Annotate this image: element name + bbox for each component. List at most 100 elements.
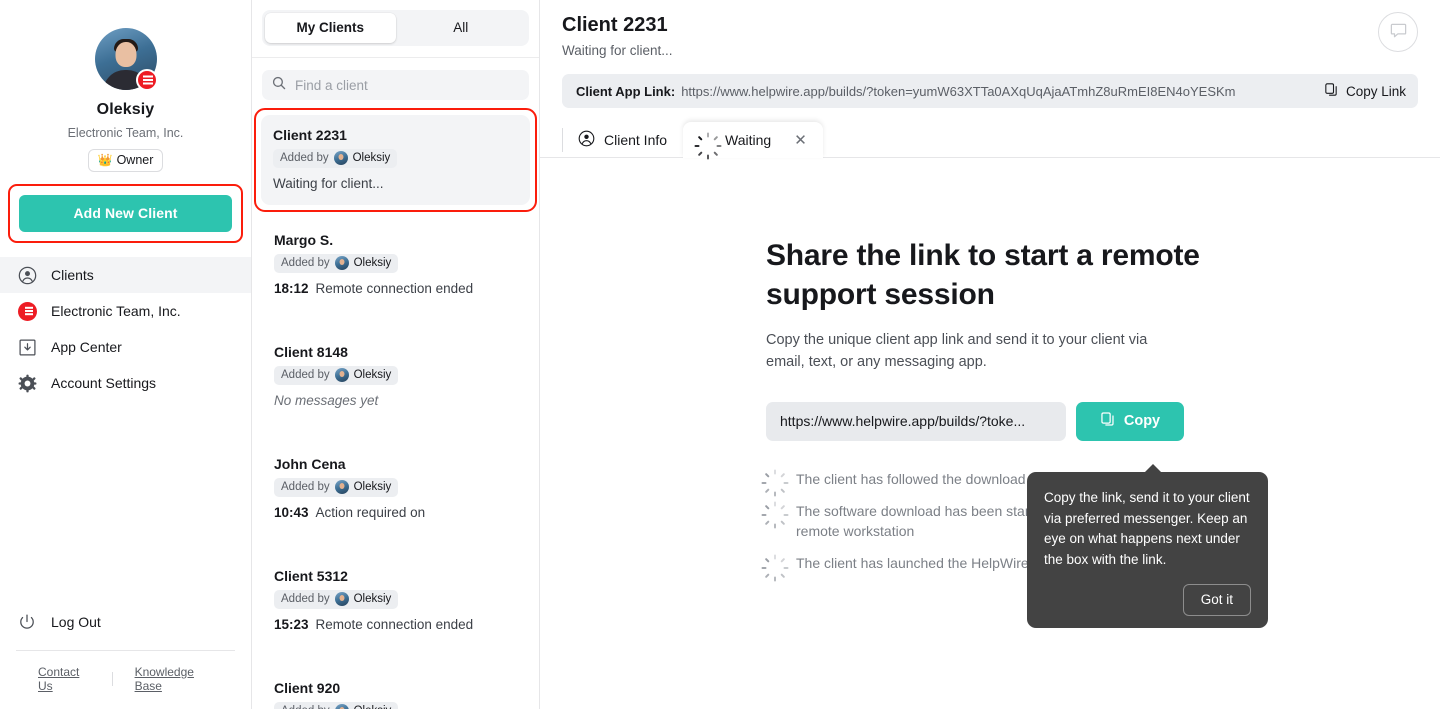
client-status: No messages yet	[274, 393, 517, 408]
avatar	[94, 28, 158, 91]
client-status: 10:43 Action required on	[274, 505, 517, 520]
client-name: Client 920	[274, 680, 341, 696]
contact-us-link[interactable]: Contact Us	[16, 665, 112, 693]
sidebar-item-account-settings[interactable]: Account Settings	[0, 365, 251, 401]
sidebar-item-clients[interactable]: Clients	[0, 257, 251, 293]
electronic-team-logo-icon	[135, 69, 158, 91]
chat-button[interactable]	[1378, 12, 1418, 52]
copy-icon	[1100, 411, 1116, 431]
main-content: Client 2231 Waiting for client... Client…	[540, 0, 1440, 709]
list-item[interactable]: Client 5312 Added by Oleksiy 15:23 Remote…	[262, 556, 529, 646]
sidebar-footer: Contact Us Knowledge Base	[16, 650, 235, 709]
avatar	[334, 256, 349, 270]
list-item[interactable]: Client 920 Added by Oleksiy	[262, 668, 529, 709]
list-item[interactable]: John Cena Added by Oleksiy 10:43 Action r…	[262, 444, 529, 534]
sidebar-nav: Clients Electronic Team, Inc. App Center	[0, 257, 251, 401]
added-by-label: Added by	[280, 152, 329, 164]
added-by-label: Added by	[281, 593, 330, 605]
got-it-button[interactable]: Got it	[1182, 584, 1251, 617]
main-header: Client 2231 Waiting for client...	[540, 0, 1440, 58]
list-item[interactable]: Client 2231 Added by Oleksiy Waiting for…	[261, 115, 530, 205]
avatar	[334, 368, 349, 382]
client-status-text: Waiting for client...	[273, 176, 384, 191]
client-list[interactable]: Client 2231 Added by Oleksiy Waiting for…	[252, 108, 539, 709]
progress-step-text: The client has followed the download lin…	[796, 470, 1051, 487]
client-status: Waiting for client...	[273, 176, 518, 191]
added-by-user: Oleksiy	[353, 593, 392, 605]
avatar	[333, 151, 348, 165]
copy-link-button[interactable]: Copy Link	[1310, 82, 1406, 100]
power-icon	[16, 611, 38, 633]
tab-label: Client Info	[604, 132, 668, 148]
client-app-link-bar: Client App Link: https://www.helpwire.ap…	[562, 74, 1418, 108]
tab-label: Waiting	[725, 132, 772, 148]
avatar	[334, 592, 349, 606]
electronic-team-logo-icon	[16, 300, 38, 322]
tab-client-info[interactable]: Client Info	[562, 122, 683, 158]
owner-badge: 👑 Owner	[87, 149, 164, 172]
added-by-label: Added by	[281, 257, 330, 269]
sidebar-item-label: Electronic Team, Inc.	[51, 303, 181, 319]
added-by-badge: Added by Oleksiy	[274, 366, 399, 385]
client-status: 15:23 Remote connection ended	[274, 617, 517, 632]
client-status-time: 15:23	[274, 617, 309, 632]
copy-icon	[1324, 82, 1339, 100]
client-status-time: 10:43	[274, 505, 309, 520]
selected-client-highlight: Client 2231 Added by Oleksiy Waiting for…	[254, 108, 537, 212]
onboarding-tooltip: Copy the link, send it to your client vi…	[1027, 463, 1268, 629]
tooltip-text: Copy the link, send it to your client vi…	[1044, 490, 1250, 567]
added-by-badge: Added by Oleksiy	[274, 478, 399, 497]
avatar	[334, 704, 349, 709]
main-tabs: Client Info Waiting ✕	[562, 122, 1440, 160]
sidebar-item-label: App Center	[51, 339, 122, 355]
sidebar: Oleksiy Electronic Team, Inc. 👑 Owner Ad…	[0, 0, 252, 709]
search-section	[252, 58, 539, 108]
link-field[interactable]: https://www.helpwire.app/builds/?toke...	[766, 401, 1066, 441]
client-app-link-url: https://www.helpwire.app/builds/?token=y…	[681, 83, 1236, 99]
owner-badge-label: Owner	[116, 153, 154, 167]
client-list-panel: My Clients All Client 2231	[252, 0, 540, 709]
client-status-time: 18:12	[274, 281, 309, 296]
logout-section: Log Out	[0, 604, 251, 640]
client-status-text: No messages yet	[274, 393, 379, 408]
close-icon[interactable]: ✕	[794, 133, 807, 148]
client-name: John Cena	[274, 456, 346, 472]
added-by-label: Added by	[281, 481, 330, 493]
spinner-icon	[761, 469, 788, 497]
list-item[interactable]: Margo S. Added by Oleksiy 18:12 Remote co…	[262, 220, 529, 310]
share-headline: Share the link to start a remote support…	[766, 239, 1200, 311]
tab-waiting[interactable]: Waiting ✕	[683, 122, 823, 160]
crown-icon: 👑	[97, 153, 113, 167]
tab-my-clients[interactable]: My Clients	[265, 13, 396, 43]
logout-button[interactable]: Log Out	[0, 604, 251, 640]
client-name: Margo S.	[274, 232, 334, 248]
sidebar-item-label: Clients	[51, 267, 94, 283]
progress-step-text: The client has launched the HelpWire app	[796, 555, 1056, 572]
list-item[interactable]: Client 8148 Added by Oleksiy No messages…	[262, 332, 529, 422]
search-icon	[272, 76, 286, 95]
app-root: Oleksiy Electronic Team, Inc. 👑 Owner Ad…	[0, 0, 1440, 709]
client-filter-tabs: My Clients All	[252, 0, 539, 58]
added-by-user: Oleksiy	[353, 481, 392, 493]
copy-button-label: Copy	[1123, 413, 1161, 429]
added-by-label: Added by	[281, 369, 330, 381]
sidebar-item-electronic-team[interactable]: Electronic Team, Inc.	[0, 293, 251, 329]
copy-link-label: Copy Link	[1345, 83, 1406, 99]
knowledge-base-link[interactable]: Knowledge Base	[113, 665, 235, 693]
client-status-text: Action required on	[315, 505, 426, 520]
tab-all-clients[interactable]: All	[396, 13, 527, 43]
client-name: Client 5312	[274, 568, 348, 584]
download-box-icon	[16, 336, 38, 358]
page-title: Client 2231	[562, 14, 668, 36]
chat-bubble-icon	[1389, 21, 1408, 43]
client-status-text: Remote connection ended	[315, 617, 474, 632]
page-subtitle: Waiting for client...	[562, 43, 673, 58]
logout-label: Log Out	[51, 614, 101, 630]
added-by-label: Added by	[281, 705, 330, 709]
add-new-client-button[interactable]: Add New Client	[19, 195, 232, 232]
sidebar-item-app-center[interactable]: App Center	[0, 329, 251, 365]
copy-button[interactable]: Copy	[1076, 401, 1184, 441]
copy-link-row: https://www.helpwire.app/builds/?toke...…	[766, 401, 1206, 441]
search-box[interactable]	[262, 70, 529, 100]
search-input[interactable]	[295, 77, 519, 93]
